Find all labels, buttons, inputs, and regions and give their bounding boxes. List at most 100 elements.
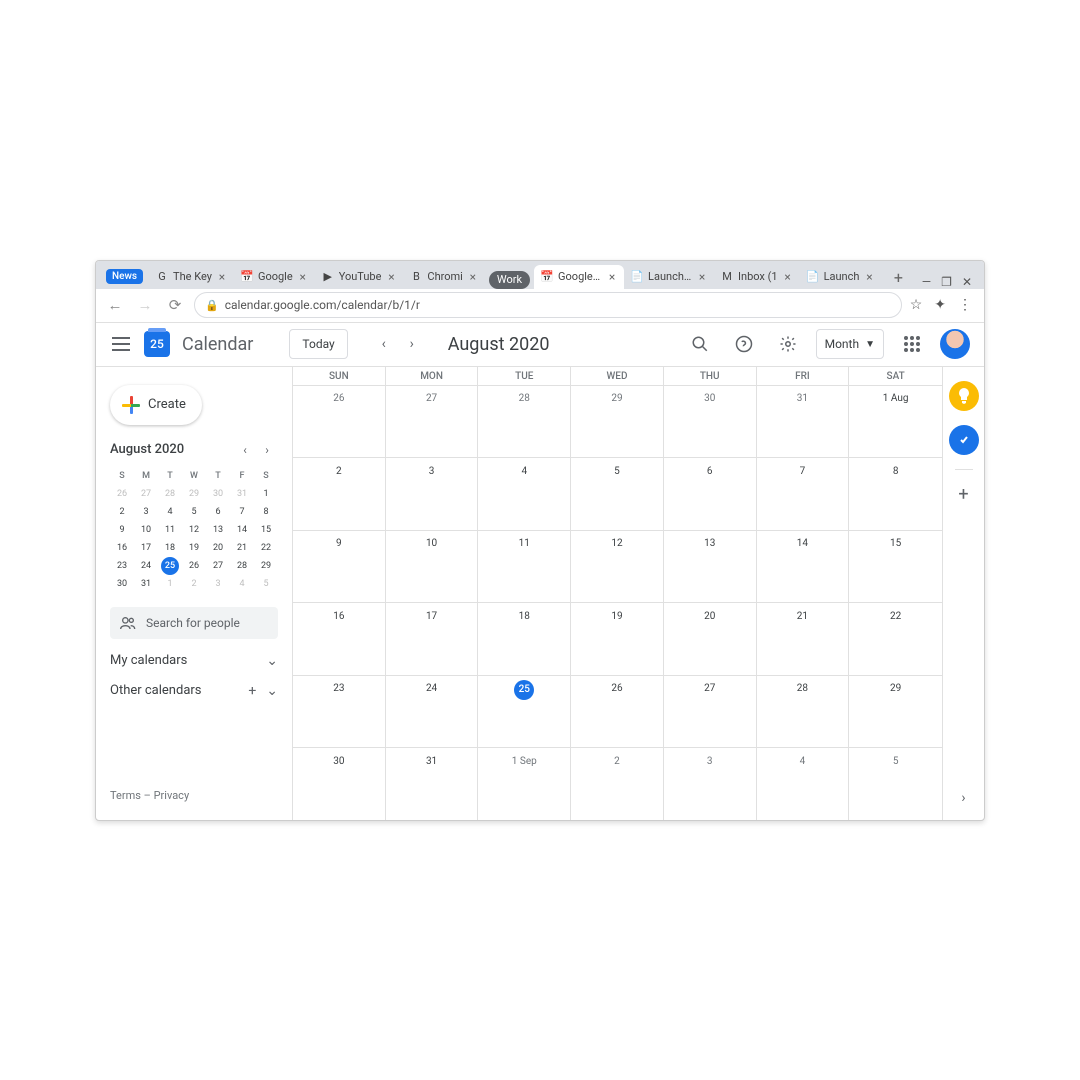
browser-tab[interactable]: News <box>100 265 149 289</box>
day-cell[interactable]: 25 <box>478 675 571 748</box>
browser-tab[interactable]: Work <box>489 271 530 289</box>
mini-day-cell[interactable]: 2 <box>184 575 205 593</box>
other-calendars-toggle[interactable]: Other calendars + ⌄ <box>110 683 278 699</box>
tab-close-button[interactable]: × <box>467 271 479 283</box>
mini-day-cell[interactable]: 24 <box>136 557 157 575</box>
tab-close-button[interactable]: × <box>696 271 708 283</box>
nav-reload-button[interactable]: ⟳ <box>164 294 186 316</box>
privacy-link[interactable]: Privacy <box>154 789 190 802</box>
mini-day-cell[interactable]: 2 <box>112 503 133 521</box>
day-cell[interactable]: 28 <box>478 385 571 458</box>
day-cell[interactable]: 17 <box>386 602 479 675</box>
mini-day-cell[interactable]: 1 <box>160 575 181 593</box>
mini-day-cell[interactable]: 9 <box>112 521 133 539</box>
day-cell[interactable]: 18 <box>478 602 571 675</box>
day-cell[interactable]: 29 <box>849 675 942 748</box>
mini-day-cell[interactable]: 8 <box>256 503 277 521</box>
day-cell[interactable]: 7 <box>757 457 850 530</box>
tab-close-button[interactable]: × <box>782 271 794 283</box>
browser-tab[interactable]: B Chromi × <box>403 265 484 289</box>
browser-menu-icon[interactable]: ⋮ <box>958 297 972 313</box>
add-calendar-button[interactable]: + <box>248 683 256 699</box>
mini-day-cell[interactable]: 16 <box>112 539 133 557</box>
tab-close-button[interactable]: × <box>297 271 309 283</box>
browser-tab[interactable]: 📄 Launch × <box>800 265 882 289</box>
nav-back-button[interactable]: ← <box>104 294 126 316</box>
tab-close-button[interactable]: × <box>216 271 228 283</box>
day-cell[interactable]: 3 <box>664 747 757 820</box>
day-cell[interactable]: 5 <box>571 457 664 530</box>
mini-day-cell[interactable]: 6 <box>208 503 229 521</box>
account-avatar[interactable] <box>940 329 970 359</box>
mini-day-cell[interactable]: 31 <box>136 575 157 593</box>
mini-day-cell[interactable]: 12 <box>184 521 205 539</box>
mini-day-cell[interactable]: 7 <box>232 503 253 521</box>
mini-day-cell[interactable]: 4 <box>160 503 181 521</box>
day-cell[interactable]: 21 <box>757 602 850 675</box>
mini-day-cell[interactable]: 13 <box>208 521 229 539</box>
day-cell[interactable]: 12 <box>571 530 664 603</box>
day-cell[interactable]: 1 Sep <box>478 747 571 820</box>
mini-day-cell[interactable]: 10 <box>136 521 157 539</box>
window-close-button[interactable]: ✕ <box>962 275 972 289</box>
mini-day-cell[interactable]: 27 <box>208 557 229 575</box>
day-cell[interactable]: 26 <box>293 385 386 458</box>
mini-day-cell[interactable]: 14 <box>232 521 253 539</box>
day-cell[interactable]: 31 <box>386 747 479 820</box>
mini-day-cell[interactable]: 18 <box>160 539 181 557</box>
day-cell[interactable]: 15 <box>849 530 942 603</box>
day-cell[interactable]: 29 <box>571 385 664 458</box>
mini-day-cell[interactable]: 3 <box>136 503 157 521</box>
day-cell[interactable]: 13 <box>664 530 757 603</box>
mini-day-cell[interactable]: 5 <box>256 575 277 593</box>
tasks-button[interactable] <box>949 425 979 455</box>
day-cell[interactable]: 24 <box>386 675 479 748</box>
day-cell[interactable]: 6 <box>664 457 757 530</box>
browser-tab[interactable]: ▶ YouTube × <box>315 265 404 289</box>
mini-day-cell[interactable]: 29 <box>256 557 277 575</box>
day-cell[interactable]: 28 <box>757 675 850 748</box>
day-cell[interactable]: 16 <box>293 602 386 675</box>
mini-day-cell[interactable]: 26 <box>184 557 205 575</box>
day-cell[interactable]: 30 <box>664 385 757 458</box>
mini-day-cell[interactable]: 11 <box>160 521 181 539</box>
browser-tab[interactable]: 📄 Launch Pr × <box>624 265 714 289</box>
tab-close-button[interactable]: × <box>863 271 875 283</box>
browser-tab[interactable]: 📅 Google C × <box>534 265 624 289</box>
mini-day-cell[interactable]: 20 <box>208 539 229 557</box>
mini-next-month-button[interactable]: › <box>256 439 278 461</box>
day-cell[interactable]: 31 <box>757 385 850 458</box>
window-restore-button[interactable]: ❐ <box>941 275 952 289</box>
day-cell[interactable]: 2 <box>571 747 664 820</box>
create-button[interactable]: Create <box>110 385 202 425</box>
next-period-button[interactable]: › <box>398 330 426 358</box>
day-cell[interactable]: 27 <box>664 675 757 748</box>
get-addons-button[interactable]: + <box>958 484 968 505</box>
collapse-side-panel-button[interactable]: › <box>961 790 965 806</box>
mini-day-cell[interactable]: 19 <box>184 539 205 557</box>
day-cell[interactable]: 23 <box>293 675 386 748</box>
keep-button[interactable] <box>949 381 979 411</box>
mini-day-cell[interactable]: 4 <box>232 575 253 593</box>
mini-day-cell[interactable]: 5 <box>184 503 205 521</box>
mini-day-cell[interactable]: 22 <box>256 539 277 557</box>
mini-day-cell[interactable]: 25 <box>161 557 179 575</box>
terms-link[interactable]: Terms <box>110 789 141 802</box>
my-calendars-toggle[interactable]: My calendars ⌄ <box>110 653 278 669</box>
day-cell[interactable]: 14 <box>757 530 850 603</box>
mini-day-cell[interactable]: 3 <box>208 575 229 593</box>
day-cell[interactable]: 5 <box>849 747 942 820</box>
browser-tab[interactable]: M Inbox (1 × <box>714 265 800 289</box>
mini-day-cell[interactable]: 30 <box>112 575 133 593</box>
google-apps-button[interactable] <box>896 328 928 360</box>
day-cell[interactable]: 30 <box>293 747 386 820</box>
day-cell[interactable]: 22 <box>849 602 942 675</box>
bookmark-star-icon[interactable]: ☆ <box>910 297 923 313</box>
day-cell[interactable]: 19 <box>571 602 664 675</box>
mini-day-cell[interactable]: 21 <box>232 539 253 557</box>
extensions-icon[interactable]: ✦ <box>934 297 946 313</box>
mini-day-cell[interactable]: 31 <box>232 485 253 503</box>
day-cell[interactable]: 2 <box>293 457 386 530</box>
mini-day-cell[interactable]: 17 <box>136 539 157 557</box>
view-selector[interactable]: Month ▼ <box>816 329 884 359</box>
